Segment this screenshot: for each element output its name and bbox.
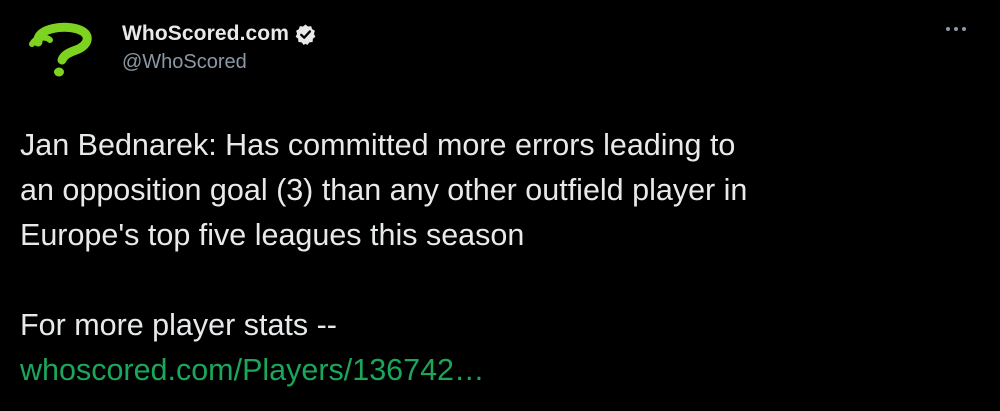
tweet-text-line: an opposition goal (3) than any other ou… [20, 173, 748, 207]
more-options-button[interactable] [936, 14, 976, 44]
author-display-name[interactable]: WhoScored.com [122, 22, 289, 46]
tweet-cta: For more player stats -- [20, 308, 337, 342]
tweet-text-line: Europe's top five leagues this season [20, 218, 525, 252]
author-name-row: WhoScored.com [122, 20, 317, 48]
tweet-card: WhoScored.com @WhoScored Jan Bednarek: H… [0, 0, 1000, 411]
avatar[interactable] [22, 20, 100, 80]
player-stats-link[interactable]: whoscored.com/Players/136742… [20, 353, 485, 387]
more-horizontal-icon [946, 27, 950, 31]
tweet-text: Jan Bednarek: Has committed more errors … [20, 123, 980, 393]
more-horizontal-icon [962, 27, 966, 31]
author-handle[interactable]: @WhoScored [122, 51, 317, 74]
verified-badge-icon [294, 23, 317, 46]
whoscored-logo-icon [29, 22, 92, 77]
author-block: WhoScored.com @WhoScored [122, 20, 317, 74]
tweet-text-line: Jan Bednarek: Has committed more errors … [20, 128, 736, 162]
more-horizontal-icon [954, 27, 958, 31]
